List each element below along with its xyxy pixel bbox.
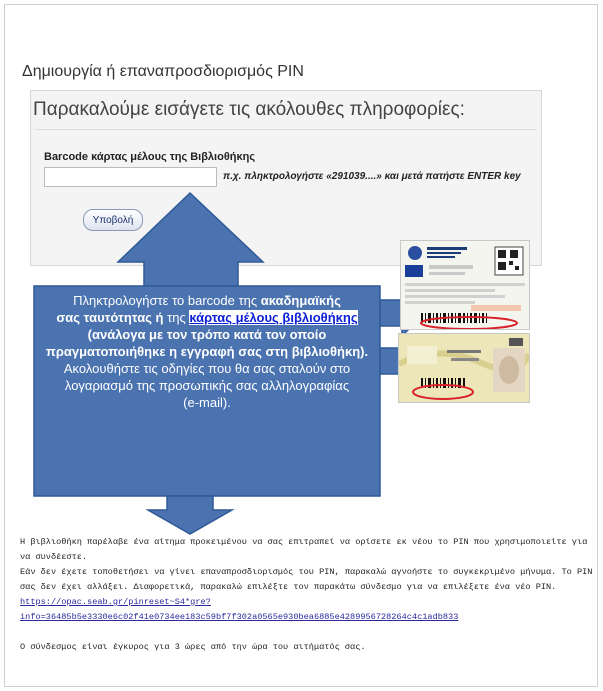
academic-id-card-image: [400, 240, 530, 330]
callout-followup-text: Ακολουθήστε τις οδηγίες που θα σας σταλο…: [63, 361, 351, 393]
email-message: Η βιβλιοθήκη παρέλαβε ένα αίτημα προκειμ…: [20, 535, 595, 655]
callout-text-bold: ακαδημαϊκής: [260, 293, 341, 308]
library-card-image: [398, 333, 530, 403]
library-card-link[interactable]: κάρτας μέλους βιβλιοθήκης: [189, 310, 358, 325]
pin-reset-link[interactable]: https://opac.seab.gr/pinreset~S4*gre?inf…: [20, 597, 458, 622]
callout-text: Πληκτρολογήστε το barcode της ακαδημαϊκή…: [40, 292, 374, 411]
callout-up-arrow: [116, 191, 265, 287]
callout-down-arrow: [145, 495, 235, 535]
email-line-instructions: Εάν δεν έχετε τοποθετήσει να γίνει επανα…: [20, 567, 593, 592]
callout-text-part: Πληκτρολογήστε το barcode της: [73, 293, 261, 308]
callout-email-text: (e-mail).: [183, 395, 231, 410]
callout-text-bold: (ανάλογα με τον τρόπο κατά τον οποίο πρα…: [45, 327, 369, 359]
callout-text-bold: σας ταυτότητας ή: [56, 310, 164, 325]
callout-text-part: της: [163, 310, 190, 325]
email-line-validity: Ο σύνδεσμος είναι έγκυρος για 3 ώρες από…: [20, 642, 366, 652]
email-line-request: Η βιβλιοθήκη παρέλαβε ένα αίτημα προκειμ…: [20, 537, 588, 562]
